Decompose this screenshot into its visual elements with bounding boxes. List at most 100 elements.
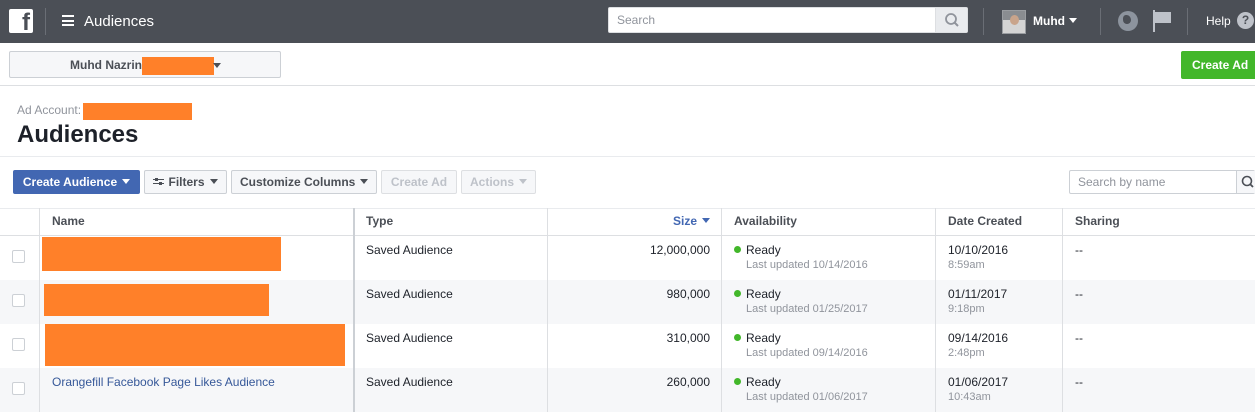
time-created: 8:59am bbox=[948, 259, 985, 271]
audience-type: Saved Audience bbox=[366, 243, 453, 257]
date-created: 01/11/2017 bbox=[948, 287, 1008, 301]
audience-size: 12,000,000 bbox=[649, 243, 710, 257]
hamburger-icon[interactable] bbox=[62, 15, 74, 26]
date-created: 09/14/2016 bbox=[948, 331, 1009, 345]
top-search-box bbox=[608, 7, 968, 33]
help-icon[interactable]: ? bbox=[1237, 12, 1254, 29]
chevron-down-icon bbox=[519, 179, 528, 185]
column-divider bbox=[353, 208, 355, 412]
column-header-name[interactable]: Name bbox=[52, 209, 85, 236]
actions-button[interactable]: Actions bbox=[461, 170, 536, 194]
create-audience-button[interactable]: Create Audience bbox=[13, 170, 140, 194]
last-updated: Last updated 01/25/2017 bbox=[746, 303, 868, 315]
time-created: 9:18pm bbox=[948, 303, 985, 315]
column-header-type[interactable]: Type bbox=[366, 209, 393, 236]
divider bbox=[1187, 8, 1188, 35]
redaction-block bbox=[83, 103, 192, 120]
redaction-block bbox=[45, 324, 345, 366]
chevron-down-icon bbox=[122, 179, 131, 185]
sharing-value: -- bbox=[1075, 287, 1083, 301]
column-header-date-created[interactable]: Date Created bbox=[948, 209, 1022, 236]
create-ad-toolbar-button[interactable]: Create Ad bbox=[381, 170, 457, 194]
row-checkbox[interactable] bbox=[12, 338, 25, 351]
last-updated: Last updated 01/06/2017 bbox=[746, 391, 868, 403]
help-link[interactable]: Help bbox=[1206, 14, 1231, 28]
account-bar: Muhd Nazrin Create Ad bbox=[0, 43, 1255, 86]
column-divider bbox=[935, 208, 936, 412]
table-header: Name Type Size Availability Date Created… bbox=[0, 208, 1255, 236]
audience-type: Saved Audience bbox=[366, 375, 453, 389]
sort-descending-icon bbox=[702, 218, 710, 224]
audience-size: 310,000 bbox=[666, 331, 710, 345]
time-created: 10:43am bbox=[948, 391, 991, 403]
column-divider bbox=[547, 208, 548, 412]
status-text: Ready bbox=[746, 331, 781, 345]
time-created: 2:48pm bbox=[948, 347, 985, 359]
audience-name-link[interactable]: Orangefill Facebook Page Likes Audience bbox=[52, 375, 275, 389]
filters-button[interactable]: Filters bbox=[144, 170, 227, 194]
status-text: Ready bbox=[746, 243, 781, 257]
account-name: Muhd Nazrin bbox=[70, 58, 142, 72]
row-checkbox[interactable] bbox=[12, 382, 25, 395]
top-navigation-bar: f Audiences Muhd Help ? bbox=[0, 0, 1255, 43]
column-header-sharing[interactable]: Sharing bbox=[1075, 209, 1120, 236]
search-by-name-input[interactable] bbox=[1070, 171, 1236, 193]
status-dot bbox=[734, 246, 741, 253]
chevron-down-icon bbox=[360, 179, 369, 185]
last-updated: Last updated 10/14/2016 bbox=[746, 259, 868, 271]
table-row[interactable]: Saved Audience 12,000,000 Ready Last upd… bbox=[0, 236, 1255, 280]
customize-columns-button[interactable]: Customize Columns bbox=[231, 170, 377, 194]
column-header-availability[interactable]: Availability bbox=[734, 209, 797, 236]
status-text: Ready bbox=[746, 287, 781, 301]
search-icon bbox=[1241, 175, 1254, 188]
divider bbox=[1100, 8, 1101, 35]
table-row[interactable]: Orangefill Facebook Page Likes Audience … bbox=[0, 368, 1255, 412]
search-button[interactable] bbox=[935, 8, 967, 32]
app-title[interactable]: Audiences bbox=[84, 13, 154, 30]
divider bbox=[983, 8, 984, 35]
status-dot bbox=[734, 334, 741, 341]
audience-size: 980,000 bbox=[666, 287, 710, 301]
flag-icon[interactable] bbox=[1153, 10, 1173, 32]
ad-account-selector[interactable]: Muhd Nazrin bbox=[9, 51, 281, 78]
status-dot bbox=[734, 378, 741, 385]
date-created: 01/06/2017 bbox=[948, 375, 1009, 389]
user-name[interactable]: Muhd bbox=[1033, 14, 1065, 28]
page-title: Audiences bbox=[17, 121, 139, 148]
filter-icon bbox=[153, 177, 165, 186]
column-divider bbox=[721, 208, 722, 412]
chevron-down-icon[interactable] bbox=[1069, 18, 1077, 23]
divider bbox=[0, 156, 1255, 157]
sharing-value: -- bbox=[1075, 331, 1083, 345]
divider bbox=[45, 8, 46, 35]
row-checkbox[interactable] bbox=[12, 294, 25, 307]
status-text: Ready bbox=[746, 375, 781, 389]
ad-account-label: Ad Account: bbox=[17, 103, 82, 117]
sharing-value: -- bbox=[1075, 375, 1083, 389]
status-dot bbox=[734, 290, 741, 297]
column-divider bbox=[39, 208, 40, 412]
search-icon bbox=[945, 13, 959, 27]
search-button[interactable] bbox=[1236, 171, 1255, 193]
audience-type: Saved Audience bbox=[366, 287, 453, 301]
top-search-input[interactable] bbox=[609, 8, 937, 32]
column-divider bbox=[1062, 208, 1063, 412]
chevron-down-icon bbox=[209, 179, 218, 185]
audiences-table: Name Type Size Availability Date Created… bbox=[0, 208, 1255, 412]
globe-icon[interactable] bbox=[1118, 11, 1138, 31]
table-row[interactable]: Saved Audience 980,000 Ready Last update… bbox=[0, 280, 1255, 324]
redaction-block bbox=[42, 237, 281, 271]
audience-type: Saved Audience bbox=[366, 331, 453, 345]
search-by-name-box bbox=[1069, 170, 1255, 194]
audience-size: 260,000 bbox=[666, 375, 710, 389]
create-ad-button[interactable]: Create Ad bbox=[1181, 51, 1255, 79]
last-updated: Last updated 09/14/2016 bbox=[746, 347, 868, 359]
facebook-logo-icon[interactable]: f bbox=[9, 9, 33, 35]
table-row[interactable]: Saved Audience 310,000 Ready Last update… bbox=[0, 324, 1255, 368]
date-created: 10/10/2016 bbox=[948, 243, 1009, 257]
chevron-down-icon bbox=[213, 63, 221, 68]
redaction-block bbox=[142, 57, 214, 75]
column-header-size[interactable]: Size bbox=[560, 209, 710, 236]
row-checkbox[interactable] bbox=[12, 250, 25, 263]
avatar[interactable] bbox=[1002, 10, 1026, 34]
